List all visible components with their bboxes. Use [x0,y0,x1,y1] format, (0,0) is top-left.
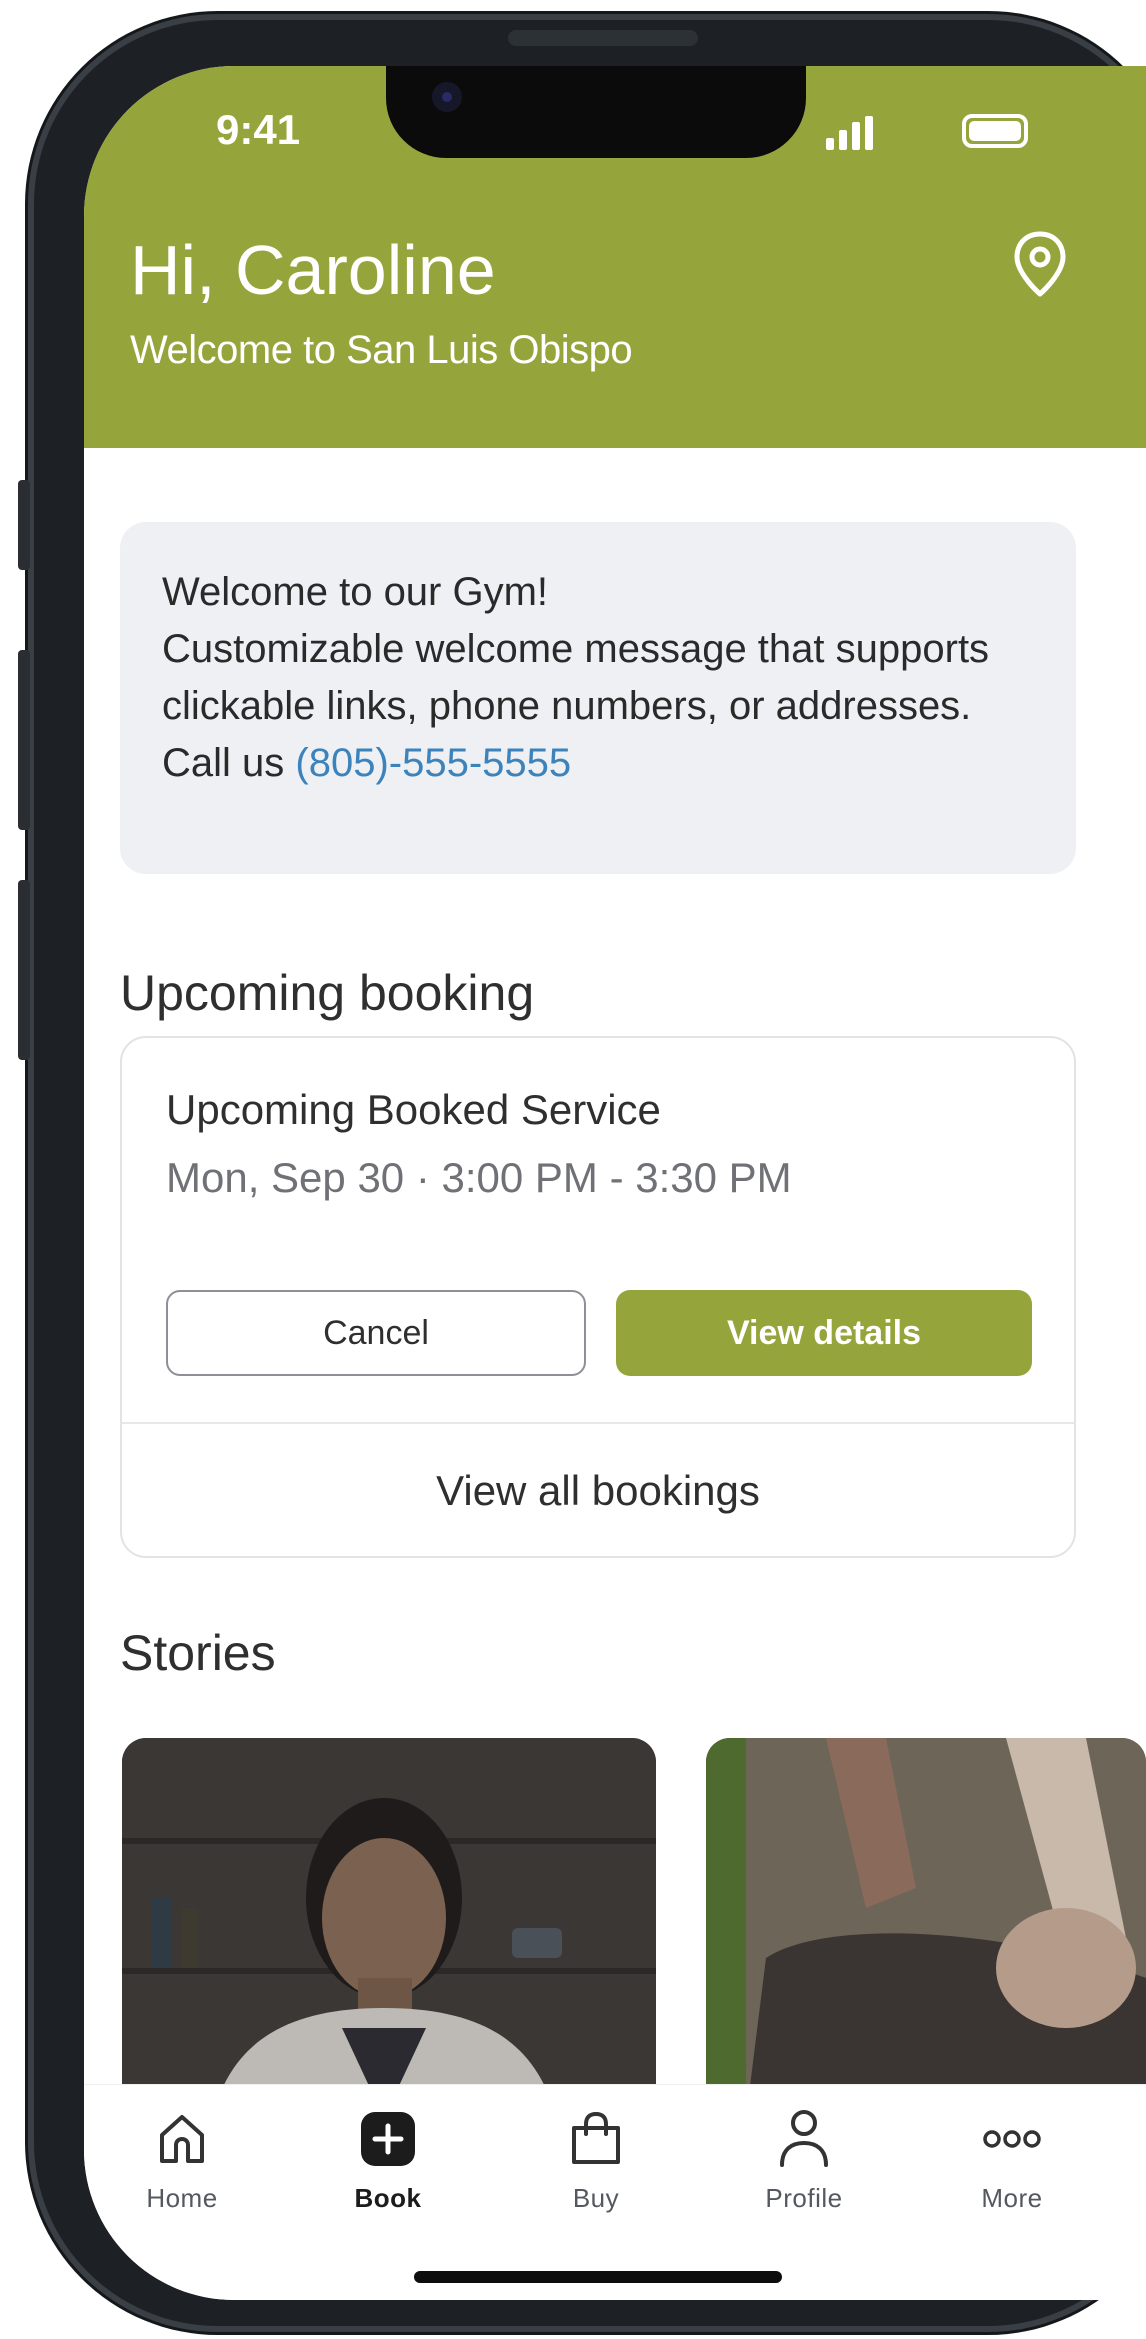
nav-profile-label: Profile [765,2183,843,2213]
status-time: 9:41 [216,106,301,153]
front-camera [432,82,462,112]
shopping-bag-icon [572,2111,620,2164]
home-indicator[interactable] [414,2271,782,2283]
welcome-heading: Welcome to our Gym! [162,570,549,614]
volume-down-button [18,880,30,1060]
volume-up-button [18,650,30,830]
battery-icon [962,114,1028,148]
more-dots-icon [983,2130,1041,2148]
signal-icon [826,116,874,150]
speaker-grille [508,30,698,46]
nav-book[interactable]: Book [318,2109,458,2214]
nav-more-label: More [981,2183,1043,2213]
story-card[interactable] [706,1738,1146,2118]
home-icon [160,2115,204,2163]
service-time: Mon, Sep 30 · 3:00 PM - 3:30 PM [166,1154,792,1201]
app-header: 9:41 Hi, Caroline Welcome to San Luis Ob… [84,66,1146,448]
nav-more[interactable]: More [942,2109,1082,2214]
service-name: Upcoming Booked Service [166,1086,661,1133]
story-image [122,1738,656,2118]
view-all-bookings-link[interactable]: View all bookings [122,1424,1074,1556]
greeting-title: Hi, Caroline [130,231,496,309]
mute-switch [18,480,30,570]
view-details-button[interactable]: View details [616,1290,1032,1376]
booking-card: Upcoming Booked Service Mon, Sep 30 · 3:… [120,1036,1076,1558]
person-icon [780,2110,828,2167]
nav-book-label: Book [354,2183,422,2213]
nav-home-label: Home [146,2183,218,2213]
upcoming-booking-heading: Upcoming booking [120,965,535,1021]
app-screen: 9:41 Hi, Caroline Welcome to San Luis Ob… [84,66,1146,2300]
story-card[interactable] [122,1738,656,2118]
phone-link[interactable]: (805)-555-5555 [295,741,571,785]
bottom-navigation: Home Book Buy Profile More [84,2084,1146,2300]
story-image [706,1738,1146,2118]
nav-buy-label: Buy [572,2183,620,2213]
cancel-button[interactable]: Cancel [166,1290,586,1376]
dynamic-notch [386,66,806,158]
map-pin-icon[interactable] [1012,230,1068,300]
welcome-message-card: Welcome to our Gym! Customizable welcome… [120,522,1076,874]
stories-heading: Stories [120,1625,276,1681]
nav-profile[interactable]: Profile [734,2109,874,2214]
plus-square-icon [361,2112,415,2166]
location-subtitle: Welcome to San Luis Obispo [130,328,633,372]
welcome-body: Customizable welcome message that suppor… [162,627,990,785]
nav-buy[interactable]: Buy [526,2109,666,2214]
nav-home[interactable]: Home [112,2109,252,2214]
